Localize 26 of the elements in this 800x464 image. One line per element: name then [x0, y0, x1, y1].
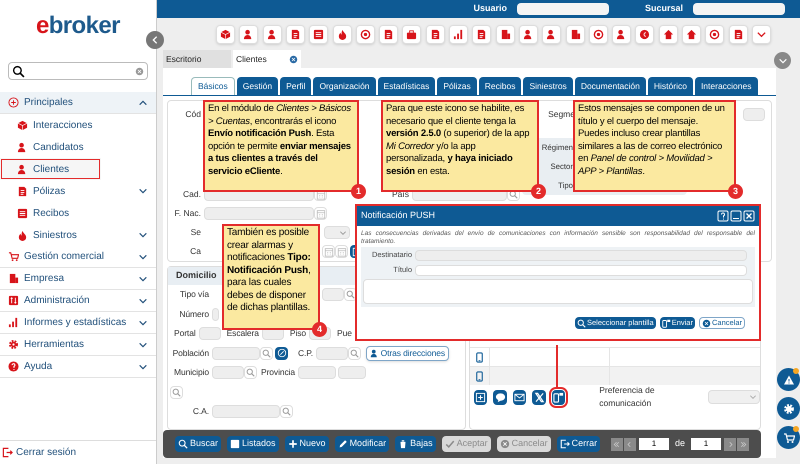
branch-label: Sucursal — [644, 2, 683, 16]
field-label: Ca — [190, 245, 201, 258]
field-label: Escalera — [226, 327, 260, 340]
callout-text: Estos mensajes se componen de un título y el cuerpo del mensaje. Puedes incluso crear plantillas similares a las de correo electrónico en Panel de control > Movilidad > APP > Plantillas. — [578, 103, 726, 178]
field-label: Provincia — [260, 366, 296, 380]
dialog-title: Notificación PUSH — [361, 209, 436, 222]
field-label: Número — [179, 308, 209, 321]
field-label: Cad. — [183, 188, 201, 201]
field-label: Cód — [185, 108, 201, 121]
callout-text: Para que este icono se habilite, es necesario que el cliente tenga la versión 2.5.0 (o superior) de la app Mi Corredor y/o la app personalizada, y haya iniciado sesión en esta. — [386, 103, 530, 178]
field-label: Portal — [173, 327, 197, 340]
field-label: Pue — [336, 327, 353, 340]
page-label: de — [674, 437, 685, 450]
user-label: Usuario — [473, 2, 507, 16]
field-label: Población — [172, 346, 209, 360]
callout-text: En el módulo de Clientes > Básicos > Cuentas, encontrarás el icono Envío notificación Push. Esta opción te permite enviar mensajes a tus clientes a través del servicio eCliente. — [208, 103, 352, 178]
field-label: Tipo vía — [180, 288, 209, 302]
field-label: F. Nac. — [174, 207, 201, 220]
field-label: C.A. — [192, 405, 209, 418]
field-label: Se — [190, 226, 201, 239]
field-label: Municipio — [174, 366, 209, 380]
field-label: Preferencia de comunicación — [599, 384, 656, 410]
field-label: C.P. — [297, 346, 314, 360]
field-label: Piso — [288, 327, 308, 340]
logo: ebroker — [36, 14, 120, 38]
total-field: 1 — [691, 438, 721, 450]
